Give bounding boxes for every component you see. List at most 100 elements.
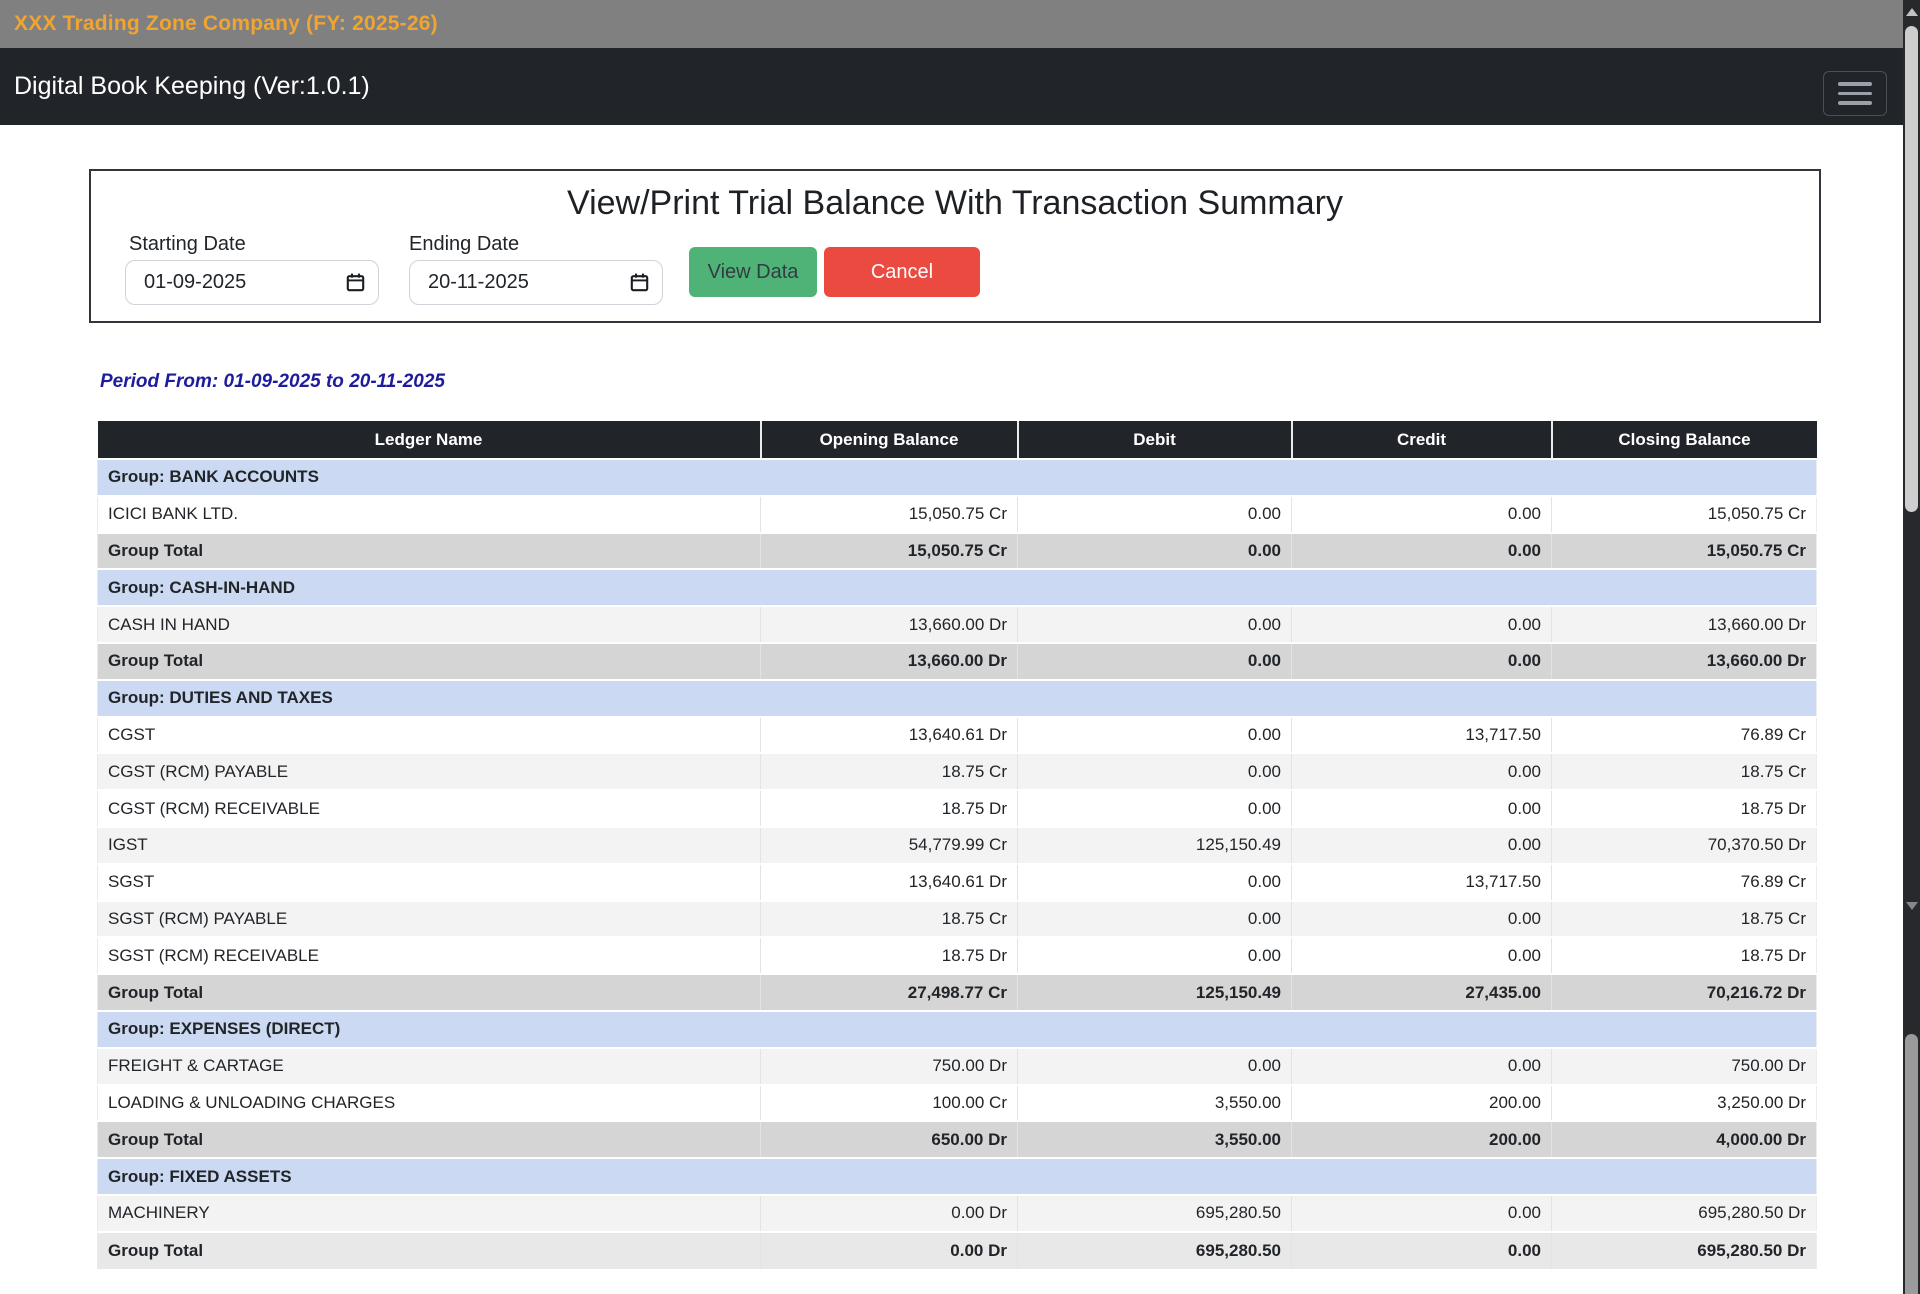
vertical-scrollbar[interactable] — [1903, 0, 1920, 1294]
debit-cell: 0.00 — [1018, 864, 1292, 901]
ledger-name-cell: CASH IN HAND — [98, 606, 761, 643]
debit-cell: 0.00 — [1018, 937, 1292, 974]
closing-cell: 18.75 Cr — [1552, 901, 1817, 938]
opening-cell: 18.75 Cr — [761, 753, 1018, 790]
starting-date-input[interactable] — [125, 260, 379, 305]
group-label: Group: BANK ACCOUNTS — [98, 459, 1817, 496]
opening-cell: 27,498.77 Cr — [761, 974, 1018, 1011]
closing-cell: 18.75 Dr — [1552, 790, 1817, 827]
opening-cell: 54,779.99 Cr — [761, 827, 1018, 864]
credit-cell: 0.00 — [1292, 1232, 1552, 1269]
ledger-name-cell: SGST — [98, 864, 761, 901]
company-bar: XXX Trading Zone Company (FY: 2025-26) — [0, 0, 1920, 48]
closing-cell: 695,280.50 Dr — [1552, 1232, 1817, 1269]
column-header: Closing Balance — [1552, 421, 1817, 459]
ledger-name-cell: FREIGHT & CARTAGE — [98, 1048, 761, 1085]
credit-cell: 0.00 — [1292, 937, 1552, 974]
opening-cell: 0.00 Dr — [761, 1195, 1018, 1232]
period-text: Period From: 01-09-2025 to 20-11-2025 — [100, 371, 445, 393]
ledger-name-cell: Group Total — [98, 643, 761, 680]
view-data-button[interactable]: View Data — [689, 247, 817, 297]
ledger-row: CGST (RCM) PAYABLE18.75 Cr0.000.0018.75 … — [98, 753, 1817, 790]
credit-cell: 0.00 — [1292, 496, 1552, 533]
app-navbar: Digital Book Keeping (Ver:1.0.1) — [0, 48, 1920, 125]
screen: XXX Trading Zone Company (FY: 2025-26) D… — [0, 0, 1920, 1294]
credit-cell: 27,435.00 — [1292, 974, 1552, 1011]
debit-cell: 695,280.50 — [1018, 1195, 1292, 1232]
closing-cell: 13,660.00 Dr — [1552, 643, 1817, 680]
ledger-name-cell: CGST (RCM) PAYABLE — [98, 753, 761, 790]
group-total-row: Group Total15,050.75 Cr0.000.0015,050.75… — [98, 533, 1817, 570]
cancel-button[interactable]: Cancel — [824, 247, 980, 297]
ledger-row: CGST (RCM) RECEIVABLE18.75 Dr0.000.0018.… — [98, 790, 1817, 827]
credit-cell: 0.00 — [1292, 901, 1552, 938]
credit-cell: 0.00 — [1292, 790, 1552, 827]
menu-toggle-button[interactable] — [1823, 71, 1887, 116]
credit-cell: 0.00 — [1292, 606, 1552, 643]
debit-cell: 3,550.00 — [1018, 1121, 1292, 1158]
hamburger-icon — [1838, 92, 1872, 96]
ledger-name-cell: SGST (RCM) RECEIVABLE — [98, 937, 761, 974]
debit-cell: 0.00 — [1018, 717, 1292, 754]
ending-date-field — [409, 260, 663, 305]
column-header: Opening Balance — [761, 421, 1018, 459]
debit-cell: 0.00 — [1018, 753, 1292, 790]
closing-cell: 18.75 Dr — [1552, 937, 1817, 974]
ledger-name-cell: SGST (RCM) PAYABLE — [98, 901, 761, 938]
opening-cell: 13,660.00 Dr — [761, 643, 1018, 680]
ledger-row: SGST (RCM) PAYABLE18.75 Cr0.000.0018.75 … — [98, 901, 1817, 938]
closing-cell: 76.89 Cr — [1552, 864, 1817, 901]
group-total-row: Group Total650.00 Dr3,550.00200.004,000.… — [98, 1121, 1817, 1158]
closing-cell: 18.75 Cr — [1552, 753, 1817, 790]
scrollbar-up-arrow-icon[interactable] — [1906, 8, 1918, 16]
debit-cell: 0.00 — [1018, 643, 1292, 680]
ledger-name-cell: Group Total — [98, 533, 761, 570]
ledger-row: FREIGHT & CARTAGE750.00 Dr0.000.00750.00… — [98, 1048, 1817, 1085]
debit-cell: 0.00 — [1018, 901, 1292, 938]
group-label: Group: CASH-IN-HAND — [98, 569, 1817, 606]
closing-cell: 15,050.75 Cr — [1552, 496, 1817, 533]
ledger-name-cell: IGST — [98, 827, 761, 864]
credit-cell: 0.00 — [1292, 1195, 1552, 1232]
group-total-row: Group Total0.00 Dr695,280.500.00695,280.… — [98, 1232, 1817, 1269]
ledger-name-cell: Group Total — [98, 1232, 761, 1269]
company-title: XXX Trading Zone Company (FY: 2025-26) — [14, 12, 438, 36]
ledger-name-cell: Group Total — [98, 1121, 761, 1158]
closing-cell: 3,250.00 Dr — [1552, 1085, 1817, 1122]
ledger-row: CGST13,640.61 Dr0.0013,717.5076.89 Cr — [98, 717, 1817, 754]
scrollbar-thumb[interactable] — [1905, 26, 1918, 512]
group-header-row: Group: DUTIES AND TAXES — [98, 680, 1817, 717]
group-header-row: Group: CASH-IN-HAND — [98, 569, 1817, 606]
opening-cell: 0.00 Dr — [761, 1232, 1018, 1269]
ledger-row: CASH IN HAND13,660.00 Dr0.000.0013,660.0… — [98, 606, 1817, 643]
ledger-name-cell: CGST — [98, 717, 761, 754]
closing-cell: 15,050.75 Cr — [1552, 533, 1817, 570]
scrollbar-down-arrow-icon[interactable] — [1906, 902, 1918, 910]
debit-cell: 125,150.49 — [1018, 827, 1292, 864]
closing-cell: 695,280.50 Dr — [1552, 1195, 1817, 1232]
opening-cell: 100.00 Cr — [761, 1085, 1018, 1122]
opening-cell: 15,050.75 Cr — [761, 496, 1018, 533]
page-title: View/Print Trial Balance With Transactio… — [91, 184, 1819, 223]
opening-cell: 18.75 Dr — [761, 790, 1018, 827]
hamburger-icon — [1838, 101, 1872, 105]
table-body: Group: BANK ACCOUNTSICICI BANK LTD.15,05… — [98, 459, 1817, 1269]
starting-date-label: Starting Date — [129, 233, 246, 256]
group-label: Group: FIXED ASSETS — [98, 1158, 1817, 1195]
opening-cell: 750.00 Dr — [761, 1048, 1018, 1085]
ledger-row: SGST13,640.61 Dr0.0013,717.5076.89 Cr — [98, 864, 1817, 901]
ending-date-input[interactable] — [409, 260, 663, 305]
group-header-row: Group: FIXED ASSETS — [98, 1158, 1817, 1195]
credit-cell: 0.00 — [1292, 533, 1552, 570]
scrollbar-thumb-secondary[interactable] — [1905, 1034, 1918, 1294]
opening-cell: 18.75 Cr — [761, 901, 1018, 938]
group-total-row: Group Total13,660.00 Dr0.000.0013,660.00… — [98, 643, 1817, 680]
ledger-name-cell: Group Total — [98, 974, 761, 1011]
group-label: Group: DUTIES AND TAXES — [98, 680, 1817, 717]
ledger-row: IGST54,779.99 Cr125,150.490.0070,370.50 … — [98, 827, 1817, 864]
filter-panel: View/Print Trial Balance With Transactio… — [89, 169, 1821, 323]
credit-cell: 0.00 — [1292, 827, 1552, 864]
ledger-name-cell: MACHINERY — [98, 1195, 761, 1232]
ledger-name-cell: CGST (RCM) RECEIVABLE — [98, 790, 761, 827]
credit-cell: 13,717.50 — [1292, 717, 1552, 754]
